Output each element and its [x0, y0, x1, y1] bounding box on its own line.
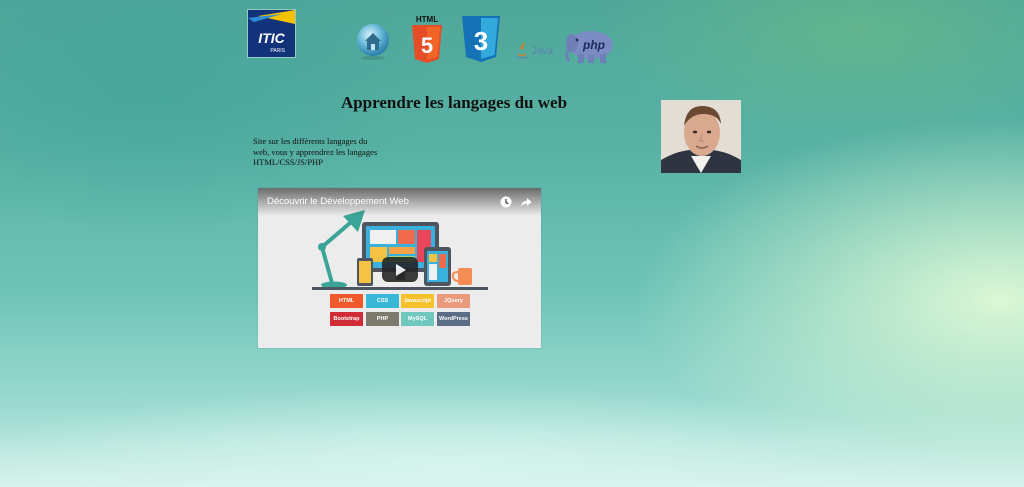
home-icon[interactable]	[356, 22, 390, 60]
logo-text: ITIC	[258, 30, 285, 46]
portrait-photo	[661, 100, 741, 173]
video-tag: MySQL	[401, 312, 434, 326]
video-tag: HTML	[330, 294, 363, 308]
css3-icon[interactable]: 3	[461, 15, 501, 63]
intro-text: Site sur les différents langages du web,…	[253, 136, 378, 167]
html5-icon[interactable]: HTML 5	[411, 14, 443, 64]
video-tag: Bootstrap	[330, 312, 363, 326]
php-label: php	[582, 38, 605, 52]
php-icon[interactable]: php	[564, 28, 616, 65]
video-player[interactable]: Découvrir le Développement Web HTML CSS …	[258, 188, 541, 348]
logo-subtext: PARIS	[270, 48, 285, 54]
java-icon[interactable]: Java	[515, 40, 557, 60]
html5-label: HTML	[416, 15, 438, 24]
video-tag: PHP	[366, 312, 399, 326]
watch-later-icon[interactable]	[500, 196, 512, 208]
video-tag: WordPress	[437, 312, 470, 326]
itic-logo[interactable]: ITIC PARIS	[248, 10, 295, 57]
video-tag: Javascript	[401, 294, 434, 308]
page-title: Apprendre les langages du web	[340, 93, 568, 112]
css3-number: 3	[474, 26, 488, 56]
itic-logo-graphic: ITIC PARIS	[248, 10, 295, 57]
video-title[interactable]: Découvrir le Développement Web	[267, 196, 409, 207]
html5-number: 5	[421, 33, 433, 58]
java-label: Java	[532, 46, 554, 57]
video-tag: JQuery	[437, 294, 470, 308]
page: { "header": { "logo": {"main": "ITIC", "…	[0, 0, 1024, 487]
share-icon[interactable]	[520, 196, 532, 208]
video-tag: CSS	[366, 294, 399, 308]
play-button[interactable]	[382, 257, 418, 282]
